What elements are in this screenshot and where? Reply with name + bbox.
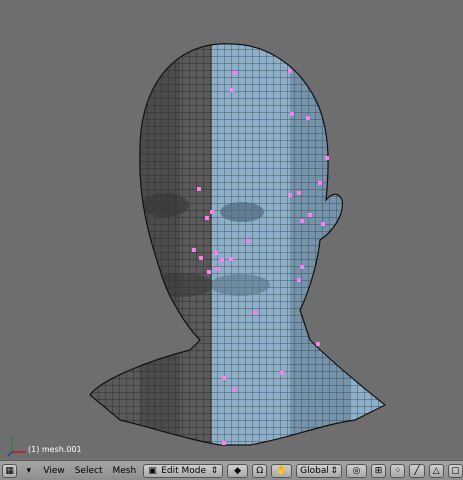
vertex-select-icon[interactable]: ⁘ — [390, 463, 406, 478]
window-type-icon[interactable]: ▦ — [2, 463, 18, 478]
3d-viewport[interactable]: (1) mesh.001 — [0, 0, 463, 460]
proportional-icon[interactable]: Ω — [252, 463, 268, 478]
mode-label: Edit Mode — [161, 465, 207, 476]
menu-view[interactable]: View — [40, 466, 67, 476]
chevron-down-icon: ⇕ — [330, 465, 338, 476]
face-select-icon[interactable]: △ — [428, 463, 444, 478]
orientation-select[interactable]: Global ⇕ — [296, 463, 342, 478]
hand-icon[interactable]: ✋ — [271, 463, 293, 478]
orientation-label: Global — [300, 465, 329, 476]
edge-select-icon[interactable]: ╱ — [409, 463, 425, 478]
triangle-arrow-icon[interactable]: ▾ — [21, 464, 36, 478]
mode-icon: ▣ — [148, 465, 157, 476]
chevron-down-icon: ⇕ — [210, 465, 219, 476]
menu-select[interactable]: Select — [72, 466, 106, 476]
mesh-head[interactable] — [0, 0, 463, 460]
axis-gizmo-icon — [7, 436, 26, 457]
occlude-icon[interactable]: ▢ — [447, 463, 463, 478]
object-label: (1) mesh.001 — [28, 445, 82, 454]
header-toolbar: ▦ ▾ View Select Mesh ▣ Edit Mode ⇕ ◆ Ω ✋… — [0, 460, 463, 480]
mesh-select-icon[interactable]: ⊞ — [370, 463, 387, 478]
snap-icon[interactable]: ◎ — [345, 463, 367, 478]
menu-mesh[interactable]: Mesh — [109, 466, 139, 476]
pivot-icon[interactable]: ◆ — [227, 463, 249, 478]
mode-select[interactable]: ▣ Edit Mode ⇕ — [143, 463, 224, 478]
